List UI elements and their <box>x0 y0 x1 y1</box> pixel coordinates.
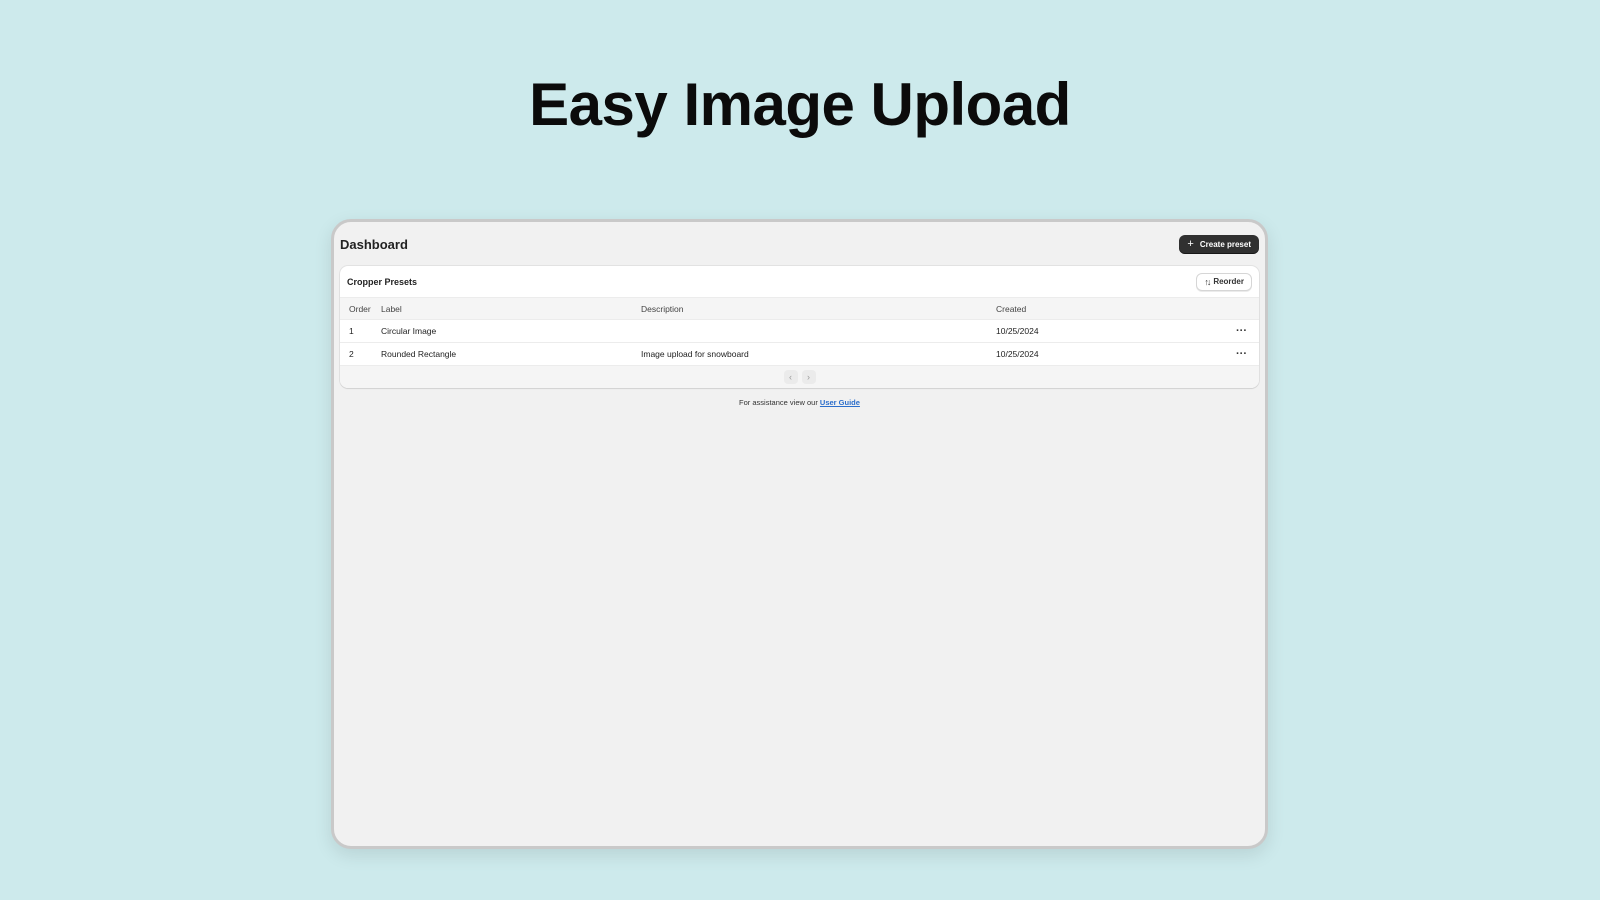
pagination: ‹ › <box>340 366 1259 388</box>
create-preset-label: Create preset <box>1199 239 1251 249</box>
more-horizontal-icon[interactable]: ··· <box>1196 343 1259 366</box>
column-header-order[interactable]: Order <box>340 297 381 320</box>
reorder-button[interactable]: ↑↓ Reorder <box>1196 272 1252 291</box>
chevron-left-icon[interactable]: ‹ <box>783 370 798 384</box>
row-order: 2 <box>349 349 354 359</box>
row-description: Image upload for snowboard <box>641 349 749 359</box>
card-header: Cropper Presets ↑↓ Reorder <box>340 266 1259 297</box>
column-header-actions <box>1196 297 1259 320</box>
footer-text: For assistance view our <box>739 398 818 407</box>
table-row[interactable]: 2 Rounded Rectangle Image upload for sno… <box>340 343 1259 366</box>
row-order: 1 <box>349 326 354 336</box>
plus-icon: + <box>1187 237 1194 250</box>
presets-table: Order Label Description Created 1 Circul… <box>340 297 1259 366</box>
table-header-row: Order Label Description Created <box>340 297 1259 320</box>
page-title: Dashboard <box>340 236 408 252</box>
table-row[interactable]: 1 Circular Image 10/25/2024 ··· <box>340 320 1259 343</box>
user-guide-link[interactable]: User Guide <box>820 398 860 407</box>
app-window: Dashboard + Create preset Cropper Preset… <box>331 219 1268 849</box>
row-label[interactable]: Circular Image <box>381 320 641 343</box>
column-header-created[interactable]: Created <box>996 297 1196 320</box>
row-label[interactable]: Rounded Rectangle <box>381 343 641 366</box>
column-header-description[interactable]: Description <box>641 297 996 320</box>
chevron-right-icon[interactable]: › <box>801 370 816 384</box>
more-horizontal-icon[interactable]: ··· <box>1196 320 1259 343</box>
row-created: 10/25/2024 <box>996 349 1039 359</box>
create-preset-button[interactable]: + Create preset <box>1179 234 1259 254</box>
row-description <box>641 320 996 343</box>
row-created: 10/25/2024 <box>996 326 1039 336</box>
card-title: Cropper Presets <box>347 276 418 287</box>
column-header-label[interactable]: Label <box>381 297 641 320</box>
footer-note: For assistance view our User Guide <box>334 398 1265 407</box>
page-header: Dashboard + Create preset <box>340 232 1259 256</box>
reorder-label: Reorder <box>1213 277 1244 286</box>
cropper-presets-card: Cropper Presets ↑↓ Reorder Order Label D… <box>340 266 1259 388</box>
sort-arrows-icon: ↑↓ <box>1204 276 1211 287</box>
hero-title: Easy Image Upload <box>529 71 1071 138</box>
